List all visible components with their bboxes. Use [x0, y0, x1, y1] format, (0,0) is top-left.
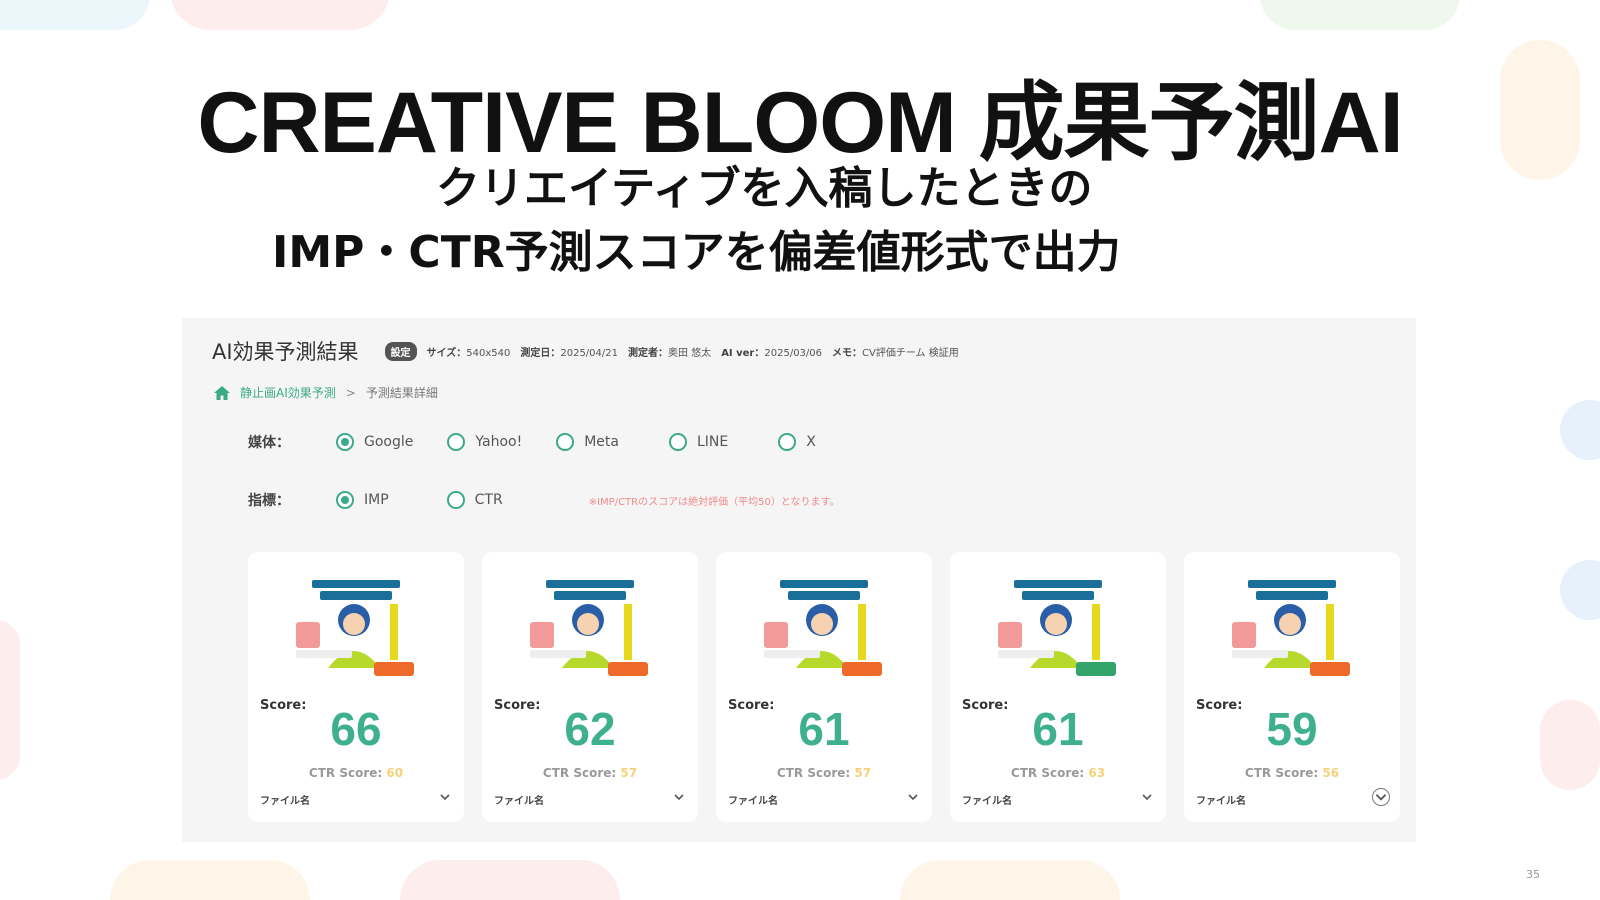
- settings-badge[interactable]: 設定: [384, 341, 417, 361]
- radio-line[interactable]: LINE: [668, 433, 728, 451]
- ctr-score-label: CTR Score:: [776, 766, 851, 780]
- score-value: 66: [330, 703, 382, 755]
- ctr-score-value: 57: [620, 766, 638, 780]
- file-name-label: ファイル名: [1196, 796, 1246, 807]
- breadcrumb: 静止画AI効果予測 > 予測結果詳細: [214, 384, 438, 401]
- file-name-label: ファイル名: [728, 796, 778, 807]
- chevron-down-icon[interactable]: [672, 790, 686, 804]
- file-name-label: ファイル名: [962, 796, 1012, 807]
- radio-meta[interactable]: Meta: [556, 433, 619, 451]
- score-note: ※IMP/CTRのスコアは絶対評価（平均50）となります。: [588, 496, 840, 508]
- ctr-score: CTR Score: 57: [482, 766, 698, 780]
- chevron-down-icon[interactable]: [906, 790, 920, 804]
- score-card[interactable]: Score: 62 CTR Score: 57 ファイル名: [482, 552, 698, 822]
- bg-decoration: [1540, 700, 1600, 790]
- bg-decoration: [900, 860, 1120, 900]
- slide-subtitle-line1: クリエイティブを入稿したときの: [436, 163, 1093, 214]
- radio-yahoo[interactable]: Yahoo!: [447, 433, 522, 451]
- score-card[interactable]: Score: 61 CTR Score: 57 ファイル名: [716, 552, 932, 822]
- ctr-score-value: 57: [854, 766, 872, 780]
- score-cards: Score: 66 CTR Score: 60 ファイル名 Score: 62 …: [248, 552, 1400, 822]
- creative-thumbnail[interactable]: [290, 576, 422, 686]
- score-card[interactable]: Score: 59 CTR Score: 56 ファイル名: [1184, 552, 1400, 822]
- radio-x[interactable]: X: [778, 433, 816, 451]
- ctr-score-value: 56: [1322, 766, 1340, 780]
- score-value: 61: [798, 703, 850, 755]
- ctr-score-value: 60: [386, 766, 404, 780]
- ctr-score: CTR Score: 57: [716, 766, 932, 780]
- radio-indicator[interactable]: [668, 433, 687, 451]
- score-card[interactable]: Score: 66 CTR Score: 60 ファイル名: [248, 552, 464, 822]
- score-card[interactable]: Score: 61 CTR Score: 63 ファイル名: [950, 552, 1166, 822]
- radio-ctr[interactable]: CTR: [446, 491, 503, 509]
- ctr-score-label: CTR Score:: [308, 766, 383, 780]
- bg-decoration: [1560, 400, 1600, 460]
- score-value: 61: [1032, 703, 1084, 755]
- ctr-score-label: CTR Score:: [1010, 766, 1085, 780]
- home-icon[interactable]: [214, 385, 230, 400]
- ctr-score-value: 63: [1088, 766, 1106, 780]
- radio-imp[interactable]: IMP: [336, 491, 389, 509]
- radio-indicator[interactable]: [778, 433, 797, 451]
- chevron-down-icon[interactable]: [1372, 788, 1390, 806]
- meta-size: サイズ：540x540: [426, 347, 511, 359]
- chevron-down-icon[interactable]: [1140, 790, 1154, 804]
- ctr-score-label: CTR Score:: [1244, 766, 1319, 780]
- creative-thumbnail[interactable]: [992, 576, 1124, 686]
- radio-indicator[interactable]: [336, 491, 354, 509]
- bg-decoration: [110, 860, 310, 900]
- bg-decoration: [400, 860, 620, 900]
- ctr-score: CTR Score: 60: [248, 766, 464, 780]
- radio-indicator[interactable]: [556, 433, 575, 451]
- bg-decoration: [1560, 560, 1600, 620]
- media-label: 媒体：: [248, 435, 290, 451]
- meta-date: 測定日：2025/04/21: [520, 347, 618, 359]
- bg-decoration: [0, 0, 150, 30]
- meta-ai-ver: AI ver：2025/03/06: [721, 347, 823, 359]
- metric-selector: 指標： IMP CTR ※IMP/CTRのスコアは絶対評価（平均50）となります…: [248, 490, 840, 510]
- radio-google[interactable]: Google: [336, 433, 413, 451]
- meta-measurer: 測定者：奥田 悠太: [628, 347, 712, 359]
- creative-thumbnail[interactable]: [758, 576, 890, 686]
- panel-header: AI効果予測結果 設定 サイズ：540x540 測定日：2025/04/21 測…: [212, 336, 969, 366]
- score-value: 62: [564, 703, 616, 755]
- creative-thumbnail[interactable]: [524, 576, 656, 686]
- meta-memo: メモ：CV評価チーム 検証用: [832, 347, 959, 359]
- ctr-score: CTR Score: 63: [950, 766, 1166, 780]
- breadcrumb-link[interactable]: 静止画AI効果予測: [240, 384, 336, 401]
- metric-label: 指標：: [248, 493, 290, 509]
- file-name-label: ファイル名: [260, 796, 310, 807]
- panel-title: AI効果予測結果: [212, 340, 359, 364]
- media-selector: 媒体： Google Yahoo! Meta LINE X: [248, 432, 850, 452]
- radio-indicator[interactable]: [446, 491, 465, 509]
- ctr-score: CTR Score: 56: [1184, 766, 1400, 780]
- breadcrumb-current: 予測結果詳細: [365, 386, 438, 400]
- ctr-score-label: CTR Score:: [542, 766, 617, 780]
- file-name-label: ファイル名: [494, 796, 544, 807]
- score-value: 59: [1266, 703, 1318, 755]
- page-number: 35: [1526, 868, 1540, 881]
- ai-prediction-panel: AI効果予測結果 設定 サイズ：540x540 測定日：2025/04/21 測…: [182, 318, 1416, 842]
- slide-subtitle-line2: IMP・CTR予測スコアを偏差値形式で出力: [272, 227, 1121, 278]
- bg-decoration: [1260, 0, 1460, 30]
- radio-indicator[interactable]: [336, 433, 354, 451]
- creative-thumbnail[interactable]: [1226, 576, 1358, 686]
- bg-decoration: [0, 620, 20, 780]
- chevron-down-icon[interactable]: [438, 790, 452, 804]
- radio-indicator[interactable]: [447, 433, 466, 451]
- breadcrumb-separator: >: [345, 385, 356, 400]
- bg-decoration: [170, 0, 390, 30]
